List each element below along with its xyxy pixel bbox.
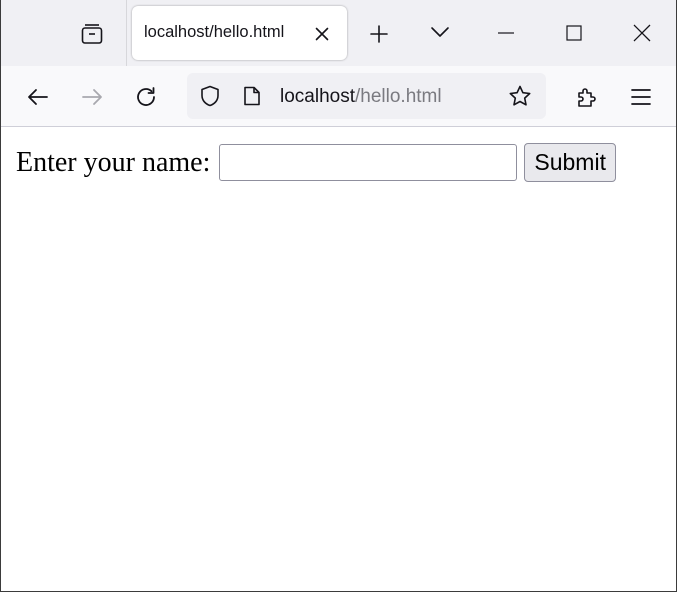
tab-active[interactable]: localhost/hello.html — [132, 6, 347, 60]
maximize-button[interactable] — [540, 0, 608, 66]
url-host: localhost — [280, 86, 355, 107]
back-button[interactable] — [20, 79, 56, 115]
reload-button[interactable] — [128, 79, 164, 115]
puzzle-icon — [578, 88, 596, 107]
tab-strip-divider — [126, 0, 127, 66]
tab-overview-icon — [80, 22, 104, 46]
close-window-button[interactable] — [608, 0, 676, 66]
page-icon — [244, 86, 260, 106]
page-content: Enter your name: Submit — [1, 127, 676, 591]
shield-icon — [201, 85, 219, 107]
close-icon — [315, 27, 329, 41]
tracking-protection-button[interactable] — [197, 83, 223, 109]
tab-close-button[interactable] — [310, 22, 334, 46]
tab-overview-button[interactable] — [73, 18, 111, 50]
list-all-tabs-button[interactable] — [423, 16, 457, 48]
name-label: Enter your name: — [16, 146, 211, 178]
name-form: Enter your name: Submit — [16, 143, 616, 182]
reload-icon — [137, 87, 155, 106]
page-info-button[interactable] — [239, 83, 265, 109]
forward-button[interactable] — [74, 79, 110, 115]
name-input[interactable] — [219, 144, 518, 181]
navigation-toolbar: localhost/hello.html — [1, 66, 676, 127]
star-icon — [509, 85, 531, 106]
url-bar[interactable]: localhost/hello.html — [187, 73, 546, 119]
tab-title: localhost/hello.html — [144, 23, 285, 41]
arrow-left-icon — [28, 89, 48, 105]
url-path: /hello.html — [355, 86, 442, 107]
chevron-down-icon — [431, 27, 449, 37]
browser-window: localhost/hello.html localhost/hello.htm… — [0, 0, 677, 592]
maximize-icon — [566, 25, 582, 41]
plus-icon — [370, 25, 388, 43]
bookmark-button[interactable] — [507, 83, 533, 109]
minimize-icon — [498, 32, 514, 34]
url-text[interactable]: localhost/hello.html — [280, 86, 442, 108]
close-icon — [633, 24, 651, 42]
arrow-right-icon — [82, 89, 102, 105]
submit-button[interactable]: Submit — [524, 143, 616, 182]
new-tab-button[interactable] — [363, 18, 395, 50]
minimize-button[interactable] — [472, 0, 540, 66]
app-menu-button[interactable] — [623, 79, 659, 115]
hamburger-icon — [631, 89, 651, 105]
extensions-button[interactable] — [569, 79, 605, 115]
tab-strip: localhost/hello.html — [1, 0, 676, 66]
